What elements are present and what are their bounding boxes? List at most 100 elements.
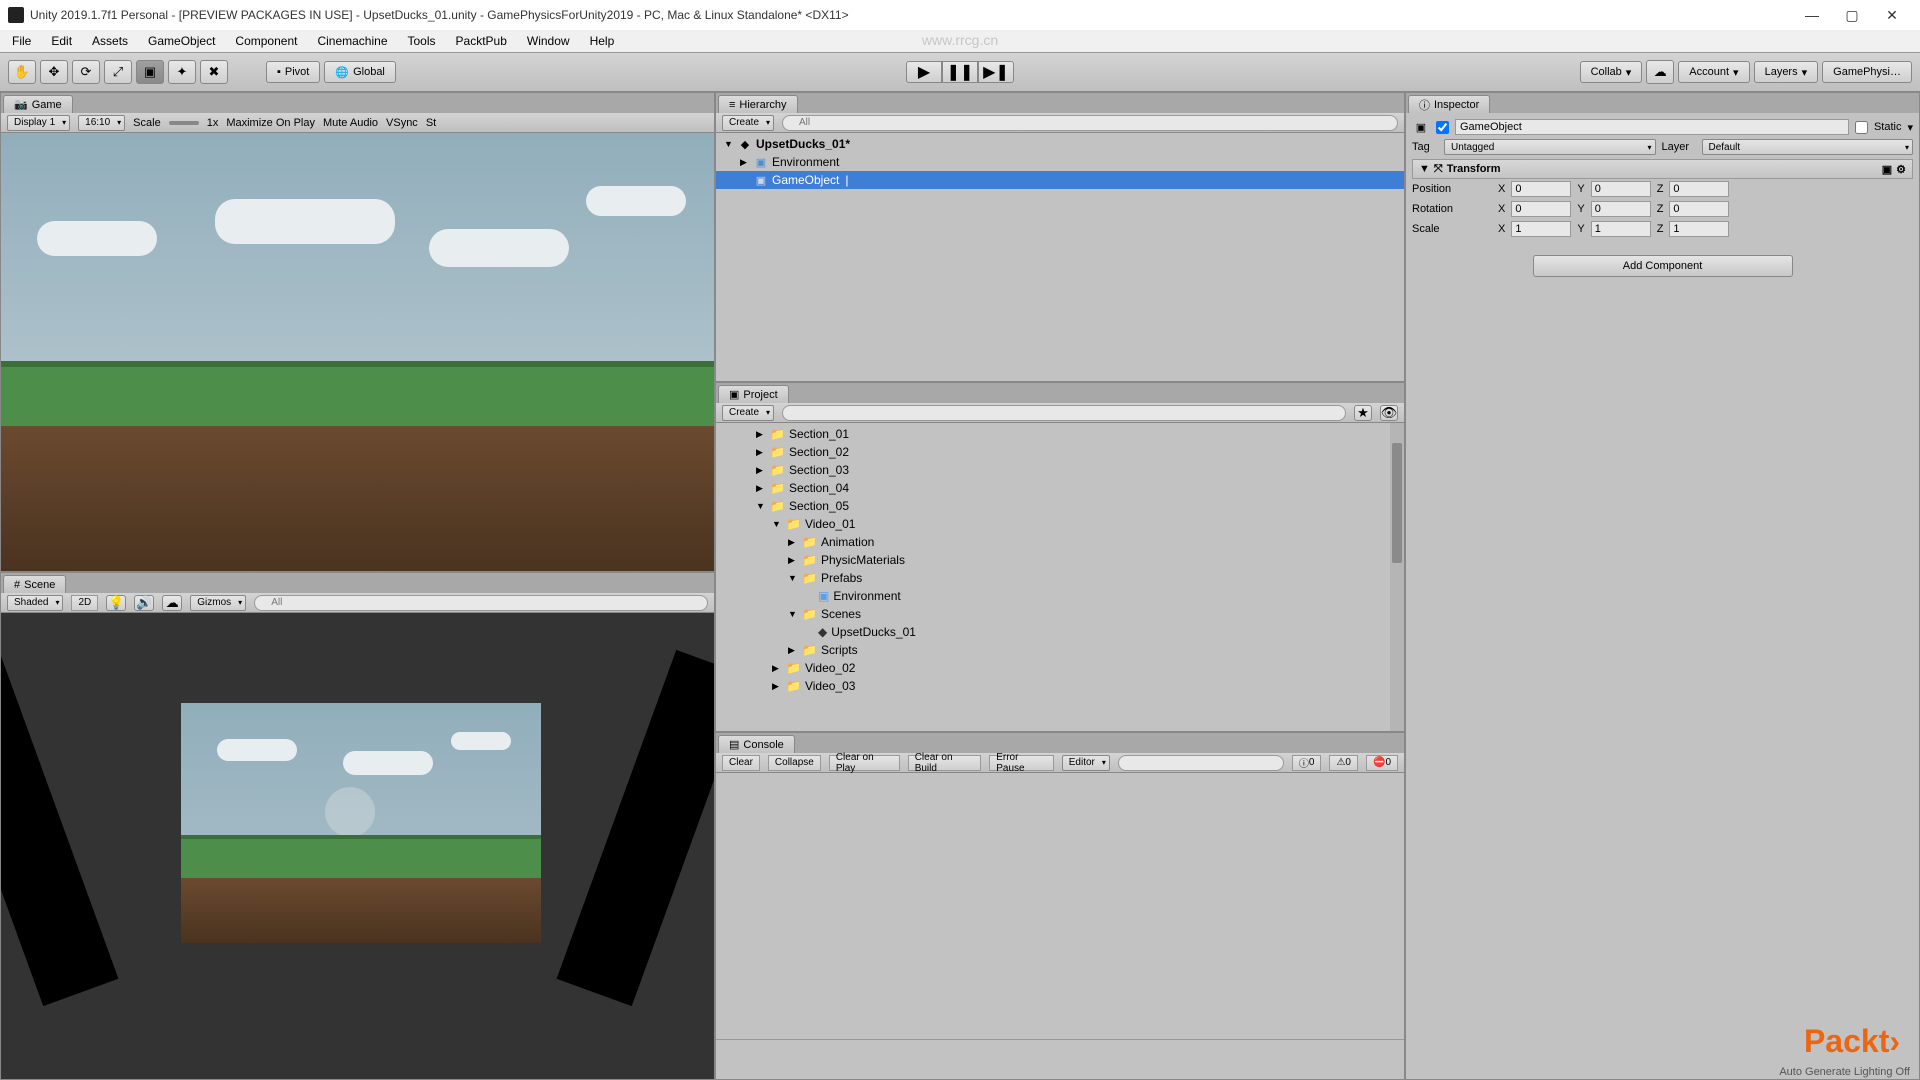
tag-dropdown[interactable]: Untagged	[1444, 139, 1656, 155]
add-component-button[interactable]: Add Component	[1533, 255, 1793, 277]
menu-packtpub[interactable]: PacktPub	[448, 32, 515, 50]
light-toggle[interactable]: 💡	[106, 595, 126, 611]
scale-slider[interactable]	[169, 121, 199, 125]
position-x[interactable]	[1511, 181, 1571, 197]
component-settings-icon[interactable]: ⚙	[1896, 163, 1906, 176]
account-dropdown[interactable]: Account ▾	[1678, 61, 1749, 83]
console-info-count[interactable]: ⓘ0	[1292, 755, 1322, 771]
hierarchy-search[interactable]	[782, 115, 1398, 131]
2d-toggle[interactable]: 2D	[71, 595, 98, 611]
project-item[interactable]: ▶📁Section_04	[716, 479, 1404, 497]
menu-assets[interactable]: Assets	[84, 32, 136, 50]
console-clear[interactable]: Clear	[722, 755, 760, 771]
console-editor[interactable]: Editor	[1062, 755, 1110, 771]
project-item[interactable]: ▶📁Video_02	[716, 659, 1404, 677]
mute-toggle[interactable]: Mute Audio	[323, 117, 378, 129]
menu-component[interactable]: Component	[227, 32, 305, 50]
hierarchy-item-environment[interactable]: ▶▣ Environment	[716, 153, 1404, 171]
menu-file[interactable]: File	[4, 32, 39, 50]
console-clear-play[interactable]: Clear on Play	[829, 755, 900, 771]
menu-tools[interactable]: Tools	[400, 32, 444, 50]
transform-tool[interactable]: ✦	[168, 60, 196, 84]
console-error-pause[interactable]: Error Pause	[989, 755, 1054, 771]
project-item[interactable]: ▶📁Section_02	[716, 443, 1404, 461]
inspector-tab[interactable]: ⓘ Inspector	[1408, 95, 1490, 113]
project-item[interactable]: ▼📁Prefabs	[716, 569, 1404, 587]
project-item[interactable]: ▶📁PhysicMaterials	[716, 551, 1404, 569]
maximize-toggle[interactable]: Maximize On Play	[226, 117, 315, 129]
position-y[interactable]	[1591, 181, 1651, 197]
project-item[interactable]: ▼📁Section_05	[716, 497, 1404, 515]
display-dropdown[interactable]: Display 1	[7, 115, 70, 131]
menu-help[interactable]: Help	[582, 32, 623, 50]
project-item[interactable]: ▣Environment	[716, 587, 1404, 605]
game-tab[interactable]: 📷 Game	[3, 95, 73, 113]
project-scrollbar[interactable]	[1390, 423, 1404, 731]
project-item[interactable]: ▶📁Video_03	[716, 677, 1404, 695]
project-item[interactable]: ▶📁Animation	[716, 533, 1404, 551]
menu-window[interactable]: Window	[519, 32, 578, 50]
layer-dropdown[interactable]: Default	[1702, 139, 1914, 155]
project-create[interactable]: Create	[722, 405, 774, 421]
cloud-button[interactable]: ☁	[1646, 60, 1674, 84]
project-item[interactable]: ▶📁Scripts	[716, 641, 1404, 659]
project-search[interactable]	[782, 405, 1346, 421]
console-error-count[interactable]: ⛔0	[1366, 755, 1398, 771]
scale-y[interactable]	[1591, 221, 1651, 237]
menu-gameobject[interactable]: GameObject	[140, 32, 223, 50]
console-warn-count[interactable]: ⚠0	[1329, 755, 1358, 771]
minimize-button[interactable]: —	[1792, 0, 1832, 30]
layers-dropdown[interactable]: Layers ▾	[1754, 61, 1819, 83]
scene-search[interactable]	[254, 595, 708, 611]
project-tab[interactable]: ▣ Project	[718, 385, 789, 403]
transform-header[interactable]: ▼⤧ Transform ▣ ⚙	[1412, 159, 1913, 179]
rotate-tool[interactable]: ⟳	[72, 60, 100, 84]
console-collapse[interactable]: Collapse	[768, 755, 821, 771]
layout-dropdown[interactable]: GamePhysi…	[1822, 61, 1912, 83]
hidden-icon[interactable]: 👁	[1380, 405, 1398, 421]
favorites-icon[interactable]: ★	[1354, 405, 1372, 421]
rotation-z[interactable]	[1669, 201, 1729, 217]
gizmos-dropdown[interactable]: Gizmos	[190, 595, 246, 611]
move-tool[interactable]: ✥	[40, 60, 68, 84]
hierarchy-tab[interactable]: ≡ Hierarchy	[718, 95, 798, 113]
static-checkbox[interactable]	[1855, 121, 1868, 134]
pause-button[interactable]: ❚❚	[942, 61, 978, 83]
fx-toggle[interactable]: ☁	[162, 595, 182, 611]
project-item[interactable]: ▼📁Video_01	[716, 515, 1404, 533]
step-button[interactable]: ▶❚	[978, 61, 1014, 83]
scale-z[interactable]	[1669, 221, 1729, 237]
play-button[interactable]: ▶	[906, 61, 942, 83]
console-search[interactable]	[1118, 755, 1284, 771]
pivot-toggle[interactable]: ▪Pivot	[266, 61, 320, 83]
rotation-x[interactable]	[1511, 201, 1571, 217]
rotation-y[interactable]	[1591, 201, 1651, 217]
scene-view[interactable]	[1, 613, 714, 1079]
collab-dropdown[interactable]: Collab ▾	[1580, 61, 1643, 83]
hierarchy-create[interactable]: Create	[722, 115, 774, 131]
gameobject-name-field[interactable]	[1455, 119, 1849, 135]
close-button[interactable]: ✕	[1872, 0, 1912, 30]
rect-tool[interactable]: ▣	[136, 60, 164, 84]
project-item[interactable]: ▼📁Scenes	[716, 605, 1404, 623]
scale-x[interactable]	[1511, 221, 1571, 237]
scene-row[interactable]: ▼◆ UpsetDucks_01*	[716, 135, 1404, 153]
hand-tool[interactable]: ✋	[8, 60, 36, 84]
vsync-toggle[interactable]: VSync	[386, 117, 418, 129]
custom-tool[interactable]: ✖	[200, 60, 228, 84]
active-checkbox[interactable]	[1436, 121, 1449, 134]
menu-cinemachine[interactable]: Cinemachine	[309, 32, 395, 50]
scale-tool[interactable]: ⤢	[104, 60, 132, 84]
hierarchy-item-gameobject[interactable]: ▣ GameObject|	[716, 171, 1404, 189]
console-clear-build[interactable]: Clear on Build	[908, 755, 982, 771]
project-item[interactable]: ◆UpsetDucks_01	[716, 623, 1404, 641]
global-toggle[interactable]: 🌐Global	[324, 61, 396, 83]
position-z[interactable]	[1669, 181, 1729, 197]
stats-toggle[interactable]: St	[426, 117, 436, 129]
maximize-button[interactable]: ▢	[1832, 0, 1872, 30]
audio-toggle[interactable]: 🔊	[134, 595, 154, 611]
console-tab[interactable]: ▤ Console	[718, 735, 795, 753]
component-help-icon[interactable]: ▣	[1882, 163, 1892, 176]
project-item[interactable]: ▶📁Section_03	[716, 461, 1404, 479]
shaded-dropdown[interactable]: Shaded	[7, 595, 63, 611]
